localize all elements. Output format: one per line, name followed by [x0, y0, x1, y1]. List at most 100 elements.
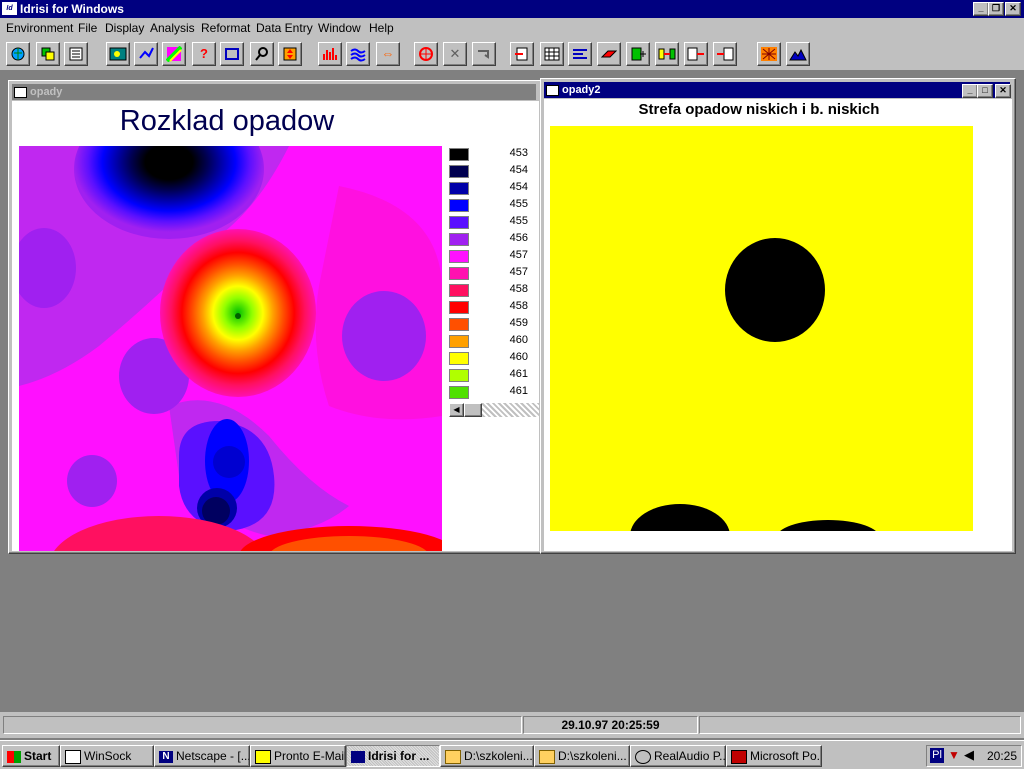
legend-item: 459: [446, 316, 536, 332]
map-legend: 453 454 454 455 455 456 457 457 458 458 459 460 460 4…: [446, 146, 539, 401]
window2-map-icon: [546, 85, 559, 96]
start-button[interactable]: Start: [2, 745, 60, 767]
terrain-icon[interactable]: [786, 42, 810, 66]
legend-item: 461: [446, 384, 536, 400]
legend-swatch: [449, 216, 469, 229]
grid-table-icon[interactable]: [540, 42, 564, 66]
legend-item: 453: [446, 146, 536, 162]
legend-item: 455: [446, 214, 536, 230]
legend-value: 459: [509, 317, 528, 329]
idrisi-icon: [351, 750, 365, 763]
low-precipitation-map[interactable]: [550, 126, 973, 531]
legend-item: 455: [446, 197, 536, 213]
taskbar: Start WinSock N Netscape - [... Pronto E-…: [0, 740, 1024, 769]
window-map-icon: [14, 87, 27, 98]
import-table-icon[interactable]: [713, 42, 737, 66]
task-label: RealAudio P...: [654, 749, 726, 763]
burst-icon[interactable]: [757, 42, 781, 66]
legend-value: 455: [509, 215, 528, 227]
restore-button[interactable]: ❐: [988, 2, 1004, 16]
menu-data-entry[interactable]: Data Entry: [256, 21, 313, 35]
email-icon: [255, 749, 271, 764]
legend-scrollbar[interactable]: ◀: [449, 403, 539, 417]
window2-maximize-button[interactable]: □: [977, 84, 993, 98]
menu-display[interactable]: Display: [105, 21, 144, 35]
speaker-icon[interactable]: ◀: [964, 747, 974, 763]
merge-icon[interactable]: [655, 42, 679, 66]
toolbar: ? ⇔ ✕: [0, 38, 1024, 71]
cut-icon[interactable]: ✕: [443, 42, 467, 66]
map-display-icon[interactable]: [106, 42, 130, 66]
shield-icon[interactable]: ▼: [948, 748, 960, 762]
legend-swatch: [449, 369, 469, 382]
task-folder-1[interactable]: D:\szkoleni...: [440, 745, 534, 767]
legend-value: 455: [509, 198, 528, 210]
legend-value: 457: [509, 266, 528, 278]
legend-swatch: [449, 318, 469, 331]
legend-swatch: [449, 199, 469, 212]
add-layer-icon[interactable]: [626, 42, 650, 66]
import-icon[interactable]: [510, 42, 534, 66]
target-icon[interactable]: [414, 42, 438, 66]
task-label: Idrisi for ...: [368, 749, 430, 763]
vector-add-icon[interactable]: [134, 42, 158, 66]
task-idrisi[interactable]: Idrisi for ...: [346, 745, 440, 767]
map2-title: Strefa opadow niskich i b. niskich: [638, 101, 880, 118]
transfer-arrows-icon[interactable]: ⇔: [376, 42, 400, 66]
app-title: Idrisi for Windows: [20, 2, 124, 16]
window-title-bar[interactable]: opady: [12, 84, 536, 100]
legend-item: 457: [446, 248, 536, 264]
window2-minimize-button[interactable]: _: [962, 84, 978, 98]
task-netscape[interactable]: N Netscape - [...: [154, 745, 250, 767]
map-window-opady[interactable]: opady Rozklad opadow 453 454 454 455 455…: [8, 80, 542, 554]
clock[interactable]: 20:25: [987, 749, 1017, 763]
export-table-icon[interactable]: [684, 42, 708, 66]
query-icon[interactable]: ?: [192, 42, 216, 66]
attribute-list-icon[interactable]: [568, 42, 592, 66]
map-window-opady2[interactable]: opady2 _ □ ✕ Strefa opadow niskich i b. …: [540, 78, 1016, 554]
path-icon[interactable]: [472, 42, 496, 66]
task-winsock[interactable]: WinSock: [60, 745, 154, 767]
scroll-left-button[interactable]: ◀: [449, 403, 464, 417]
menu-window[interactable]: Window: [318, 21, 361, 35]
window2-close-button[interactable]: ✕: [995, 84, 1011, 98]
legend-item: 454: [446, 163, 536, 179]
precipitation-map[interactable]: [19, 146, 442, 551]
histogram-icon[interactable]: [318, 42, 342, 66]
globe-icon[interactable]: [6, 42, 30, 66]
contour-icon[interactable]: [346, 42, 370, 66]
status-panel-left: [3, 716, 522, 734]
scroll-thumb[interactable]: [464, 403, 482, 417]
window-title: opady: [30, 86, 63, 98]
idrisi-logo-icon: Id: [2, 2, 17, 15]
task-pronto-email[interactable]: Pronto E-Mail: [250, 745, 346, 767]
scroll-icon[interactable]: [278, 42, 302, 66]
task-realaudio[interactable]: RealAudio P...: [630, 745, 726, 767]
window-frame-icon[interactable]: [220, 42, 244, 66]
legend-value: 454: [509, 181, 528, 193]
layer-icon[interactable]: [597, 42, 621, 66]
overlay-icon[interactable]: [36, 42, 60, 66]
start-label: Start: [24, 749, 52, 763]
legend-item: 461: [446, 367, 536, 383]
menu-file[interactable]: File: [78, 21, 97, 35]
zoom-icon[interactable]: [250, 42, 274, 66]
app-title-bar[interactable]: Id Idrisi for Windows _ ❐ ✕: [0, 0, 1024, 18]
minimize-button[interactable]: _: [973, 2, 989, 16]
legend-swatch: [449, 165, 469, 178]
list-icon[interactable]: [64, 42, 88, 66]
menu-environment[interactable]: Environment: [6, 21, 73, 35]
legend-value: 460: [509, 334, 528, 346]
palette-icon[interactable]: [162, 42, 186, 66]
menu-help[interactable]: Help: [369, 21, 394, 35]
menu-analysis[interactable]: Analysis: [150, 21, 195, 35]
task-powerpoint[interactable]: Microsoft Po...: [726, 745, 822, 767]
window-content: Rozklad opadow 453 454 454 455 455 456 4…: [12, 101, 539, 551]
task-folder-2[interactable]: D:\szkoleni...: [534, 745, 630, 767]
legend-swatch: [449, 267, 469, 280]
close-button[interactable]: ✕: [1005, 2, 1021, 16]
window2-title-bar[interactable]: opady2 _ □ ✕: [544, 82, 1011, 98]
language-indicator[interactable]: Pl: [930, 748, 944, 763]
task-label: D:\szkoleni...: [558, 749, 627, 763]
menu-reformat[interactable]: Reformat: [201, 21, 250, 35]
